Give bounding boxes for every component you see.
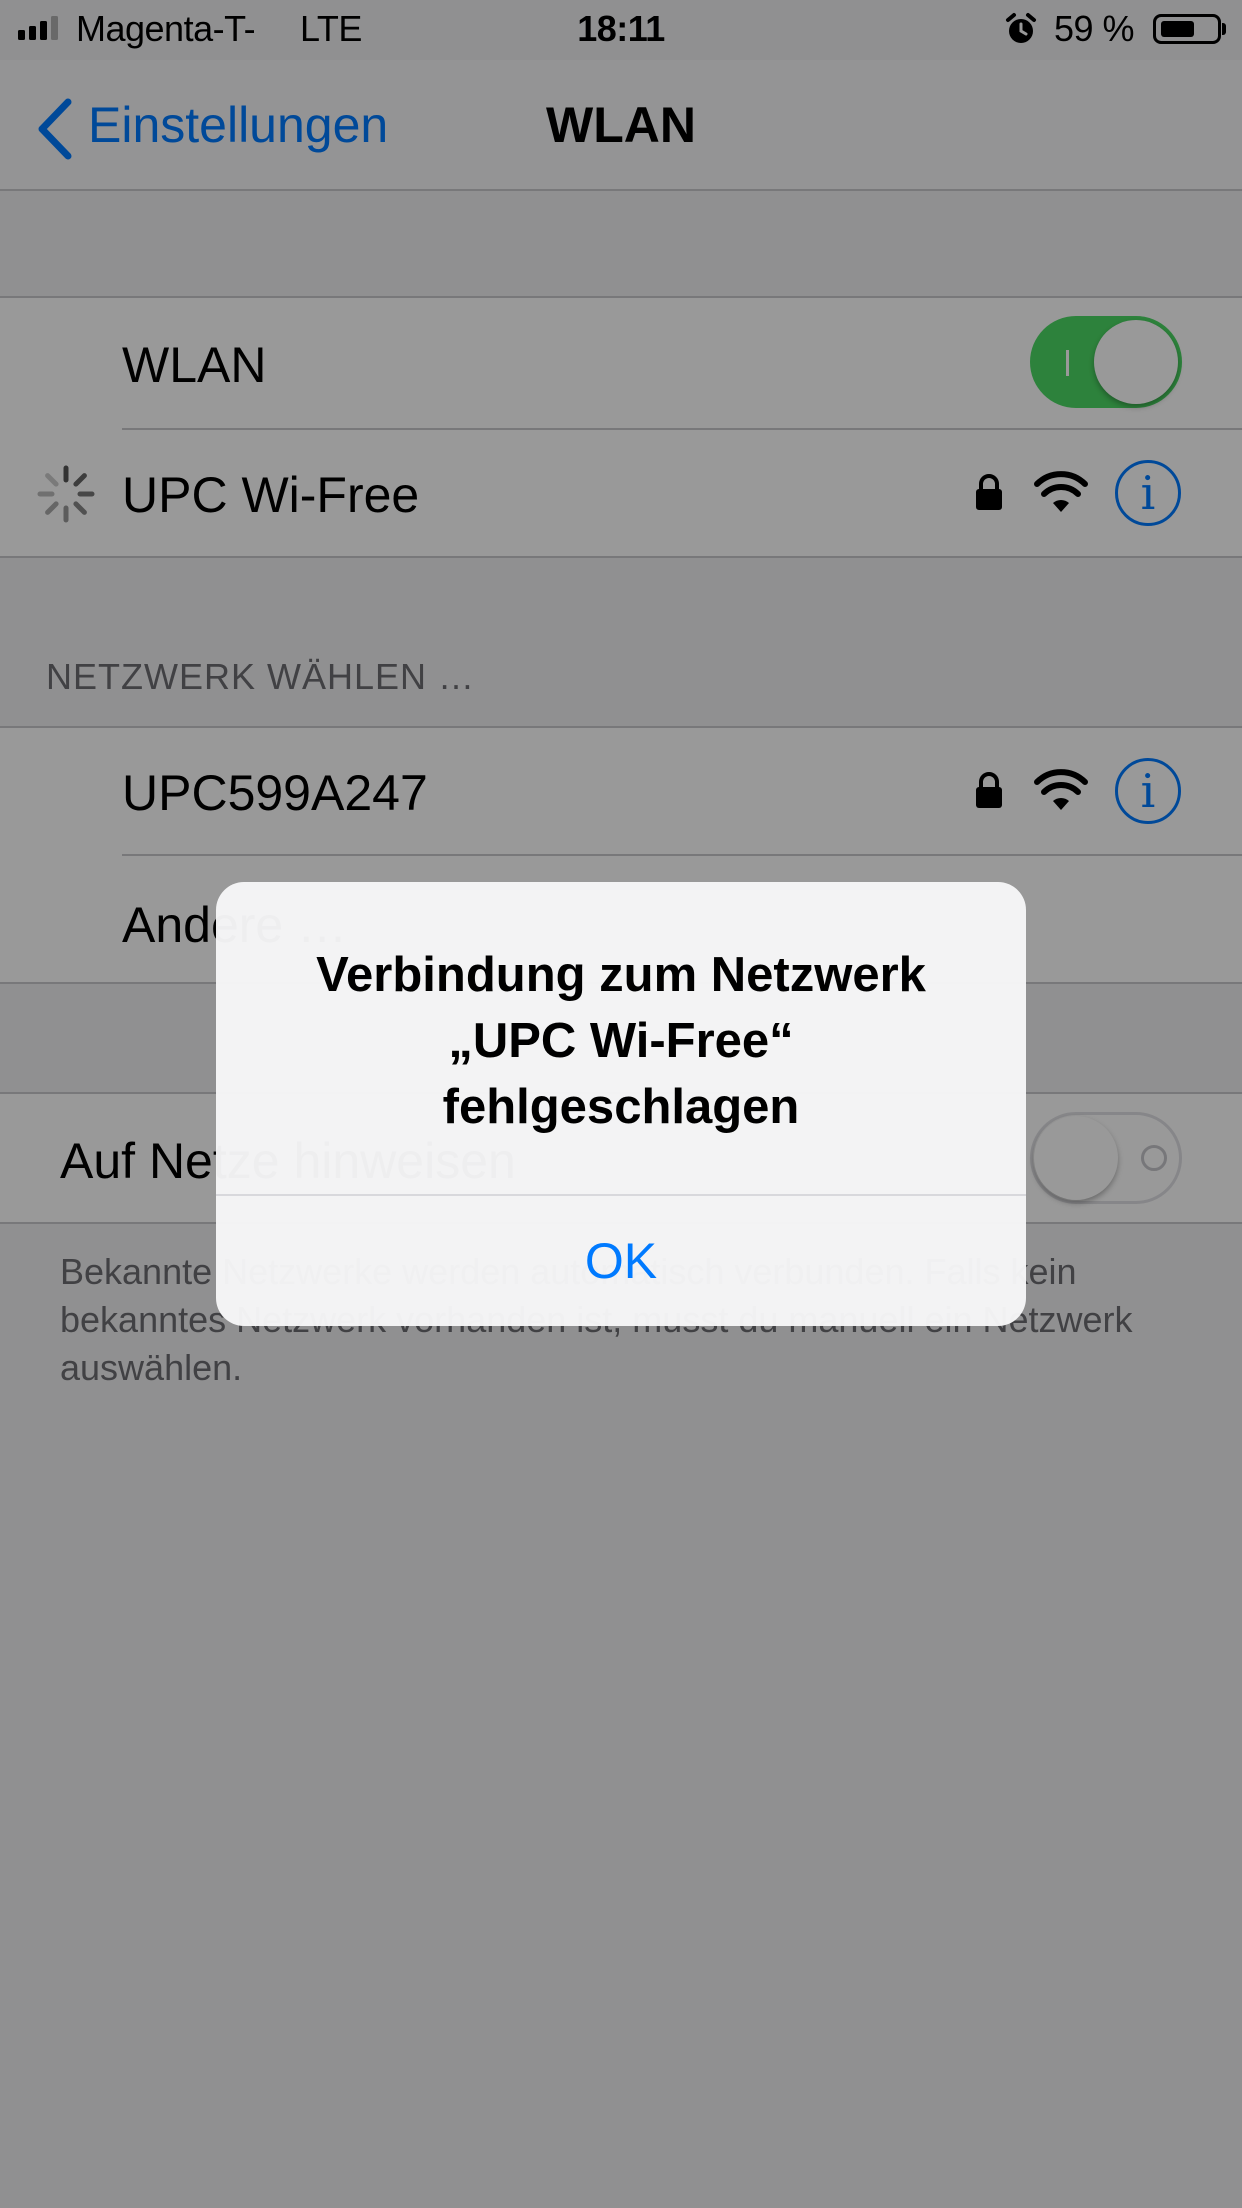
alert-title-line: „UPC Wi-Free“ <box>448 1014 794 1068</box>
alert-title-line: fehlgeschlagen <box>442 1080 800 1134</box>
ok-button[interactable]: OK <box>216 1196 1026 1326</box>
alert-title: Verbindung zum Netzwerk „UPC Wi-Free“ fe… <box>256 942 986 1140</box>
alert-title-line: Verbindung zum Netzwerk <box>316 948 926 1002</box>
alert-dialog: Verbindung zum Netzwerk „UPC Wi-Free“ fe… <box>216 882 1026 1326</box>
